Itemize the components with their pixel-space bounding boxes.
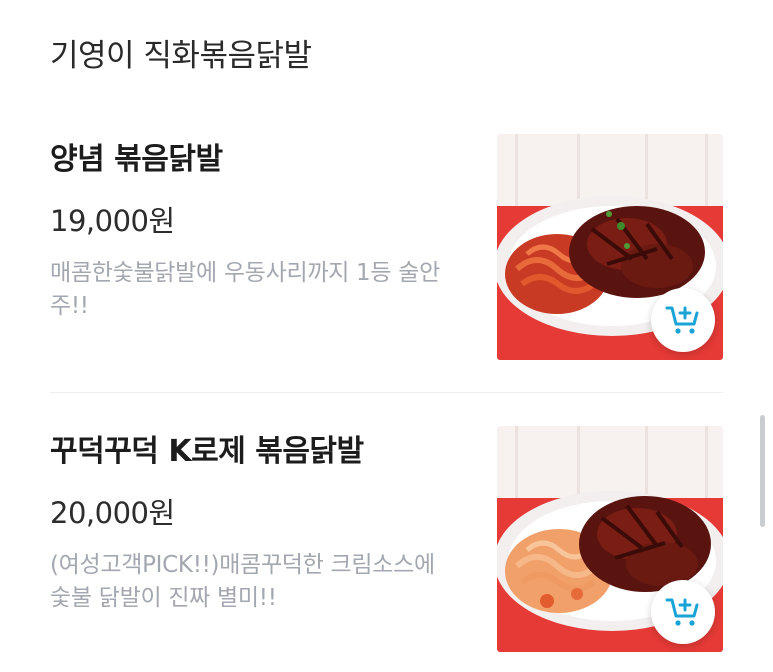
menu-item-name: 양념 볶음닭발 — [50, 142, 223, 177]
add-to-cart-icon — [665, 306, 699, 334]
menu-item[interactable]: 꾸덕꾸덕 K로제 볶음닭발 20,000원 (여성고객PICK!!)매콤꾸덕한 … — [0, 422, 773, 672]
menu-item[interactable]: 양념 볶음닭발 19,000원 매콤한숯불닭발에 우동사리까지 1등 술안주!! — [0, 130, 773, 392]
menu-item-photo[interactable] — [497, 426, 723, 652]
section-title: 기영이 직화볶음닭발 — [50, 38, 312, 74]
menu-item-name: 꾸덕꾸덕 K로제 볶음닭발 — [50, 434, 364, 469]
menu-item-description: 매콤한숯불닭발에 우동사리까지 1등 술안주!! — [50, 260, 440, 319]
add-to-cart-icon — [665, 598, 699, 626]
scrollbar[interactable] — [760, 415, 765, 527]
add-to-cart-button[interactable] — [651, 580, 715, 644]
add-to-cart-button[interactable] — [651, 288, 715, 352]
menu-item-price: 19,000원 — [50, 204, 175, 238]
item-divider — [50, 392, 723, 393]
menu-item-price: 20,000원 — [50, 496, 175, 530]
menu-item-photo[interactable] — [497, 134, 723, 360]
menu-item-description: (여성고객PICK!!)매콤꾸덕한 크림소스에 숯불 닭발이 진짜 별미!! — [50, 552, 435, 611]
menu-list-page: 기영이 직화볶음닭발 양념 볶음닭발 19,000원 매콤한숯불닭발에 우동사리… — [0, 0, 773, 672]
